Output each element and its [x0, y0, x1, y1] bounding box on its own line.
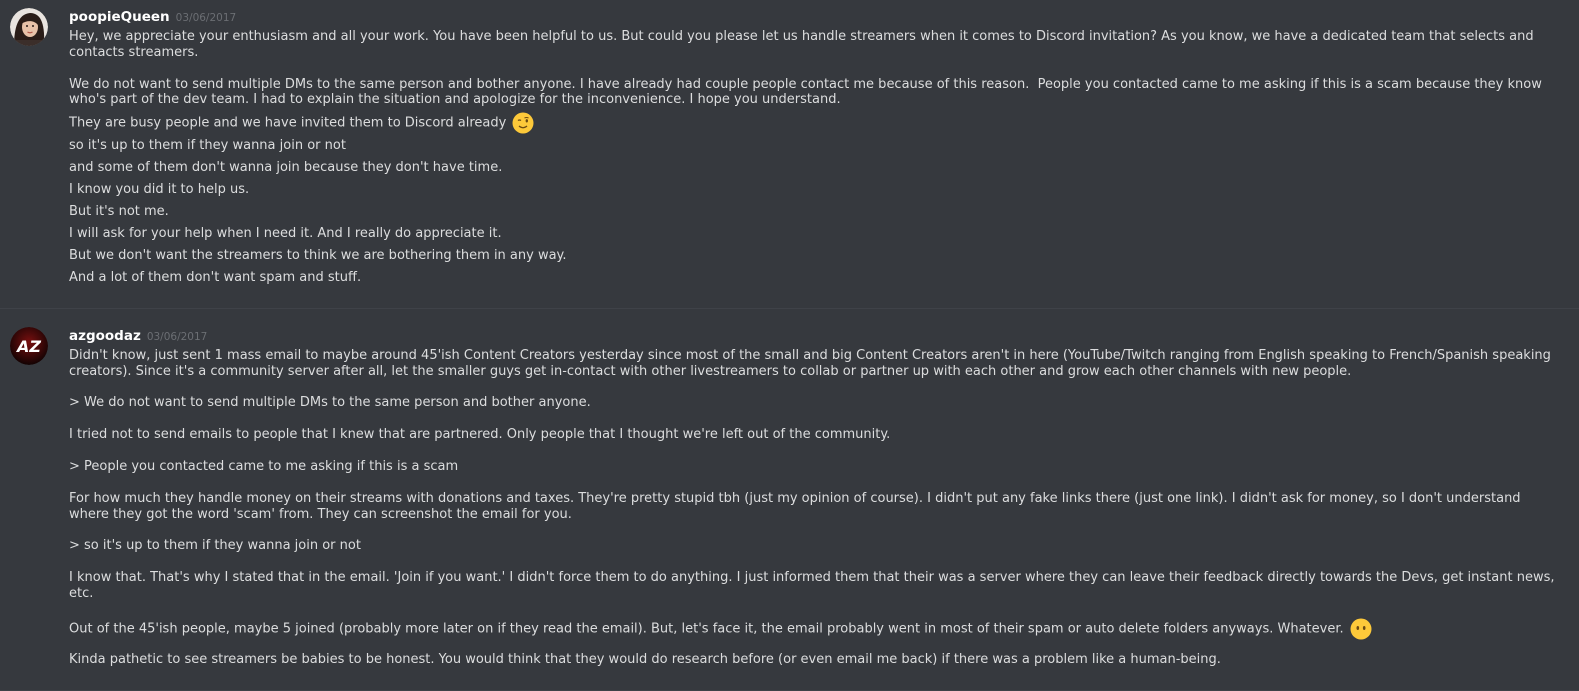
username[interactable]: poopieQueen: [69, 9, 170, 25]
avatar[interactable]: [10, 8, 48, 46]
winking-face-emoji-icon: [512, 112, 534, 134]
message-text: Hey, we appreciate your enthusiasm and a…: [69, 29, 1538, 60]
message-header: azgoodaz 03/06/2017: [69, 328, 1559, 344]
message-text: I will ask for your help when I need it.…: [69, 226, 502, 242]
message-text: I tried not to send emails to people tha…: [69, 427, 891, 443]
message-header: poopieQueen 03/06/2017: [69, 9, 1559, 25]
message-text: so it's up to them if they wanna join or…: [69, 138, 346, 154]
message-text: Out of the 45'ish people, maybe 5 joined…: [69, 618, 1559, 640]
message-quote-text: > We do not want to send multiple DMs to…: [69, 395, 591, 411]
message-text: I know you did it to help us.: [69, 182, 250, 198]
face-without-mouth-emoji-icon: [1350, 618, 1372, 640]
message-quote-text: > People you contacted came to me asking…: [69, 459, 459, 475]
message-text-content: Out of the 45'ish people, maybe 5 joined…: [69, 621, 1344, 637]
message-text: Kinda pathetic to see streamers be babie…: [69, 651, 1221, 667]
timestamp: 03/06/2017: [146, 330, 208, 343]
message-text-content: They are busy people and we have invited…: [69, 115, 507, 131]
avatar-initials: AZ: [15, 337, 41, 356]
message-group: poopieQueen 03/06/2017 Hey, we appreciat…: [0, 0, 1579, 308]
message-text: For how much they handle money on their …: [69, 490, 1525, 522]
message-text: They are busy people and we have invited…: [69, 112, 1559, 134]
message-text: and some of them don't wanna join becaus…: [69, 160, 503, 176]
message-text: And a lot of them don't want spam and st…: [69, 270, 362, 286]
chat-messages: poopieQueen 03/06/2017 Hey, we appreciat…: [0, 0, 1579, 691]
message-group: AZ azgoodaz 03/06/2017 Didn't know, just…: [0, 309, 1579, 684]
message-text: I know that. That's why I stated that in…: [69, 570, 1559, 602]
username[interactable]: azgoodaz: [69, 328, 141, 344]
message-quote-text: > so it's up to them if they wanna join …: [69, 538, 361, 554]
message-text: We do not want to send multiple DMs to t…: [69, 76, 1546, 108]
message-text: Didn't know, just sent 1 mass email to m…: [69, 347, 1556, 379]
message-text: But it's not me.: [69, 204, 169, 220]
avatar[interactable]: AZ: [10, 326, 48, 365]
timestamp: 03/06/2017: [175, 12, 237, 24]
message-text: But we don't want the streamers to think…: [69, 248, 567, 264]
